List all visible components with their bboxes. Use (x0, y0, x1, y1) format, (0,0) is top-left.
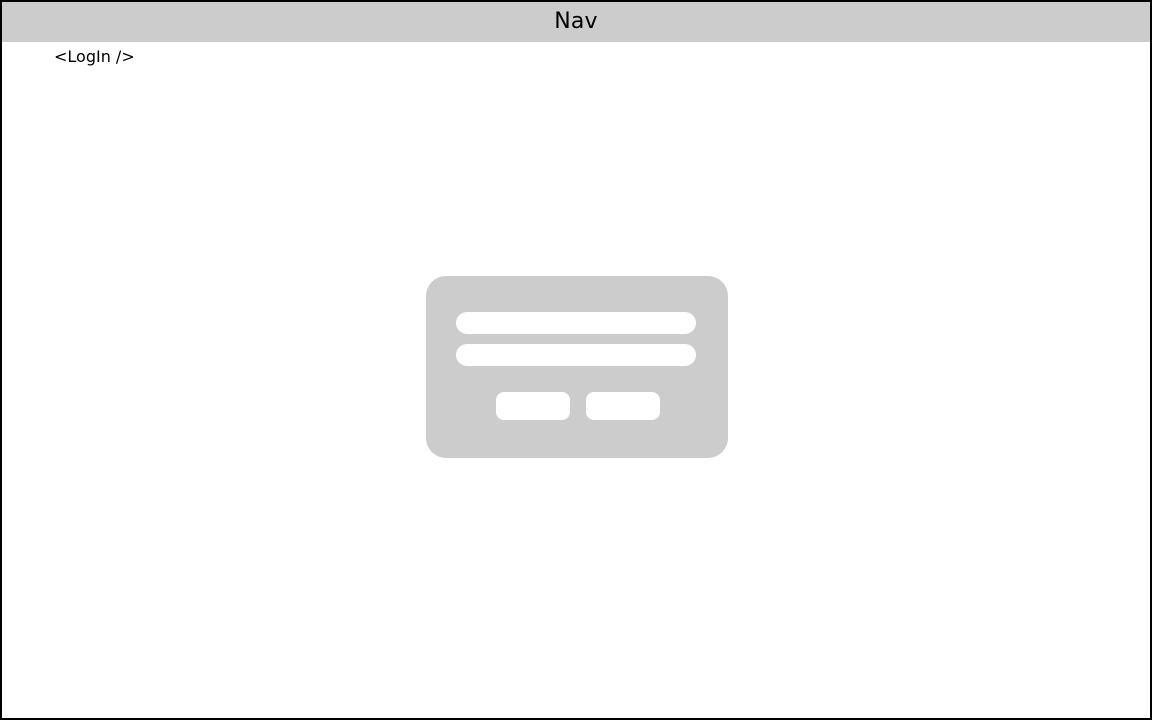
cancel-button[interactable] (586, 392, 660, 420)
login-button[interactable] (496, 392, 570, 420)
login-card (426, 276, 728, 458)
app-frame: Nav <LogIn /> (0, 0, 1152, 720)
nav-title: Nav (554, 9, 598, 34)
nav-bar: Nav (2, 2, 1150, 42)
component-label: <LogIn /> (54, 47, 135, 66)
username-field[interactable] (456, 312, 696, 334)
password-field[interactable] (456, 344, 696, 366)
